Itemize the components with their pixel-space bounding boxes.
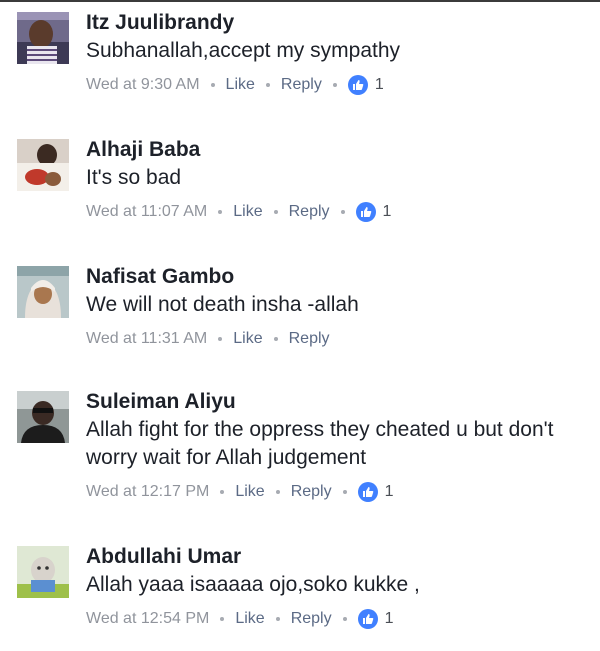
comment-timestamp[interactable]: Wed at 11:07 AM xyxy=(86,200,207,224)
comment-text: We will not death insha -allah xyxy=(86,293,359,316)
dot-separator xyxy=(340,210,345,214)
top-divider xyxy=(0,0,600,2)
reaction-summary[interactable]: 1 xyxy=(355,200,392,224)
dot-separator xyxy=(218,337,223,341)
dot-separator xyxy=(210,83,215,87)
reaction-count: 1 xyxy=(382,203,392,220)
avatar[interactable] xyxy=(17,391,69,443)
thumbs-up-icon xyxy=(357,609,378,629)
comment-author[interactable]: Alhaji Baba xyxy=(86,137,580,163)
like-link[interactable]: Like xyxy=(233,200,262,224)
avatar[interactable] xyxy=(17,266,69,318)
reaction-count: 1 xyxy=(374,76,384,93)
dot-separator xyxy=(218,210,223,214)
thumbs-up-icon xyxy=(355,202,376,222)
avatar[interactable] xyxy=(17,12,69,64)
comment-meta: Wed at 11:07 AM Like Reply 1 xyxy=(86,200,580,224)
reply-link[interactable]: Reply xyxy=(291,480,332,504)
like-link[interactable]: Like xyxy=(233,327,262,351)
comment-text: Allah fight for the oppress they cheated… xyxy=(86,418,554,469)
comment-author[interactable]: Itz Juulibrandy xyxy=(86,10,580,36)
reaction-summary[interactable]: 1 xyxy=(357,607,394,631)
dot-separator xyxy=(273,337,278,341)
like-link[interactable]: Like xyxy=(235,607,264,631)
comment-author[interactable]: Abdullahi Umar xyxy=(86,544,580,570)
reply-link[interactable]: Reply xyxy=(289,327,330,351)
like-link[interactable]: Like xyxy=(226,73,255,97)
comment-author[interactable]: Suleiman Aliyu xyxy=(86,389,580,415)
comment-meta: Wed at 9:30 AM Like Reply 1 xyxy=(86,73,580,97)
reaction-summary[interactable]: 1 xyxy=(357,480,394,504)
avatar[interactable] xyxy=(17,139,69,191)
dot-separator xyxy=(273,210,278,214)
dot-separator xyxy=(220,617,225,621)
comment-text: Allah yaaa isaaaaa ojo,soko kukke , xyxy=(86,573,420,596)
dot-separator xyxy=(275,490,280,494)
comment-meta: Wed at 11:31 AM Like Reply xyxy=(86,327,580,351)
comment-meta: Wed at 12:54 PM Like Reply 1 xyxy=(86,607,580,631)
comment-timestamp[interactable]: Wed at 9:30 AM xyxy=(86,73,200,97)
like-link[interactable]: Like xyxy=(235,480,264,504)
dot-separator xyxy=(265,83,270,87)
reaction-count: 1 xyxy=(384,483,394,500)
comment-text: It's so bad xyxy=(86,166,182,189)
comment-timestamp[interactable]: Wed at 12:17 PM xyxy=(86,480,209,504)
dot-separator xyxy=(275,617,280,621)
avatar[interactable] xyxy=(17,546,69,598)
reply-link[interactable]: Reply xyxy=(291,607,332,631)
comment-text: Subhanallah,accept my sympathy xyxy=(86,39,401,62)
comment-meta: Wed at 12:17 PM Like Reply 1 xyxy=(86,480,580,504)
reaction-count: 1 xyxy=(384,610,394,627)
reply-link[interactable]: Reply xyxy=(289,200,330,224)
thumbs-up-icon xyxy=(347,75,368,95)
comment-author[interactable]: Nafisat Gambo xyxy=(86,264,580,290)
dot-separator xyxy=(332,83,337,87)
thumbs-up-icon xyxy=(357,482,378,502)
comment-timestamp[interactable]: Wed at 11:31 AM xyxy=(86,327,207,351)
dot-separator xyxy=(220,490,225,494)
comment-timestamp[interactable]: Wed at 12:54 PM xyxy=(86,607,209,631)
dot-separator xyxy=(342,490,347,494)
dot-separator xyxy=(342,617,347,621)
reaction-summary[interactable]: 1 xyxy=(347,73,384,97)
reply-link[interactable]: Reply xyxy=(281,73,322,97)
